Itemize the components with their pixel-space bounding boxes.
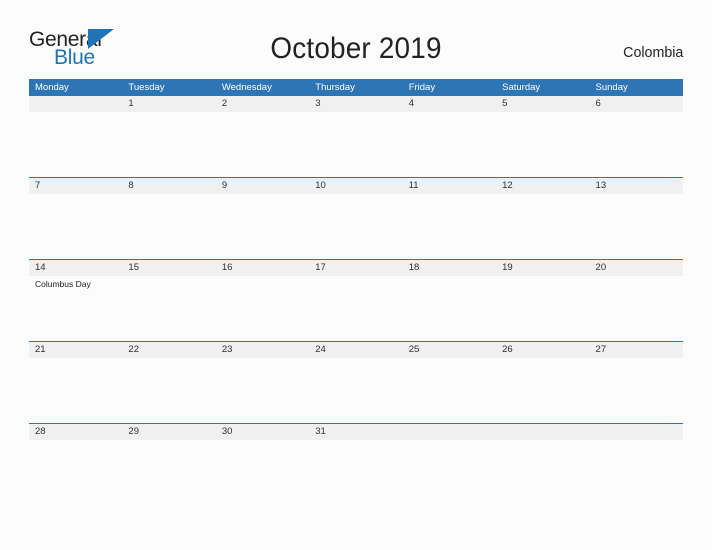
page-title: October 2019: [270, 32, 442, 65]
day-cell-date[interactable]: 1: [122, 96, 215, 112]
day-cell-event[interactable]: [403, 194, 496, 259]
day-cell-event[interactable]: [122, 112, 215, 177]
day-cell-event[interactable]: [590, 194, 683, 259]
day-cell-date[interactable]: 4: [403, 96, 496, 112]
day-cell-event[interactable]: [309, 358, 402, 423]
day-cell-event[interactable]: [496, 358, 589, 423]
day-cell-date[interactable]: 6: [590, 96, 683, 112]
calendar-week-row: 14 15 16 17 18 19 20 Columbus Day: [29, 259, 683, 341]
day-cell-date[interactable]: 18: [403, 260, 496, 276]
day-cell-date[interactable]: [29, 96, 122, 112]
day-cell-date[interactable]: 16: [216, 260, 309, 276]
calendar-week-row: 7 8 9 10 11 12 13: [29, 177, 683, 259]
day-cell-date[interactable]: [403, 424, 496, 440]
day-cell-event[interactable]: [29, 194, 122, 259]
day-cell-date[interactable]: 13: [590, 178, 683, 194]
day-cell-event[interactable]: [309, 276, 402, 341]
day-cell-event[interactable]: [309, 440, 402, 505]
day-cell-event[interactable]: [590, 440, 683, 505]
day-cell-date[interactable]: 28: [29, 424, 122, 440]
day-cell-date[interactable]: 27: [590, 342, 683, 358]
weekday-header-monday: Monday: [35, 82, 69, 93]
day-cell-event[interactable]: [122, 440, 215, 505]
day-cell-date[interactable]: 12: [496, 178, 589, 194]
day-cell-event[interactable]: [590, 276, 683, 341]
page-header: General Blue October 2019 Colombia: [29, 24, 683, 72]
day-cell-date[interactable]: 20: [590, 260, 683, 276]
day-cell-event[interactable]: [590, 112, 683, 177]
day-cell-event[interactable]: [309, 112, 402, 177]
date-number-row: 28 29 30 31: [29, 424, 683, 440]
day-cell-event[interactable]: Columbus Day: [29, 276, 122, 341]
day-cell-date[interactable]: 3: [309, 96, 402, 112]
day-cell-date[interactable]: 23: [216, 342, 309, 358]
day-cell-event[interactable]: [496, 112, 589, 177]
calendar-page: General Blue October 2019 Colombia Monda…: [0, 0, 712, 550]
event-content-row: [29, 358, 683, 423]
day-cell-event[interactable]: [590, 358, 683, 423]
event-content-row: Columbus Day: [29, 276, 683, 341]
calendar-grid: Monday Tuesday Wednesday Thursday Friday…: [29, 79, 683, 505]
day-cell-event[interactable]: [216, 440, 309, 505]
calendar-week-row: 1 2 3 4 5 6: [29, 96, 683, 177]
day-cell-event[interactable]: [122, 358, 215, 423]
day-cell-date[interactable]: [590, 424, 683, 440]
day-cell-date[interactable]: 29: [122, 424, 215, 440]
weekday-header-friday: Friday: [408, 82, 436, 93]
country-label: Colombia: [622, 44, 683, 61]
date-number-row: 14 15 16 17 18 19 20: [29, 260, 683, 276]
day-cell-date[interactable]: 25: [403, 342, 496, 358]
weekday-header-sunday: Sunday: [595, 82, 628, 93]
event-content-row: [29, 194, 683, 259]
day-cell-event[interactable]: [403, 440, 496, 505]
day-cell-date[interactable]: 17: [309, 260, 402, 276]
day-cell-event[interactable]: [122, 194, 215, 259]
day-cell-date[interactable]: 8: [122, 178, 215, 194]
date-number-row: 21 22 23 24 25 26 27: [29, 342, 683, 358]
day-cell-date[interactable]: 10: [309, 178, 402, 194]
event-content-row: [29, 112, 683, 177]
day-cell-event[interactable]: [403, 112, 496, 177]
weekday-header-tuesday: Tuesday: [128, 82, 165, 93]
weekday-header-wednesday: Wednesday: [221, 82, 272, 93]
day-cell-event[interactable]: [122, 276, 215, 341]
day-cell-date[interactable]: 11: [403, 178, 496, 194]
day-cell-event[interactable]: [403, 358, 496, 423]
day-cell-event[interactable]: [216, 358, 309, 423]
day-cell-event[interactable]: [29, 112, 122, 177]
day-cell-date[interactable]: 14: [29, 260, 122, 276]
weekday-header-saturday: Saturday: [502, 82, 541, 93]
day-cell-event[interactable]: [29, 358, 122, 423]
day-cell-event[interactable]: [309, 194, 402, 259]
day-cell-event[interactable]: [216, 112, 309, 177]
day-cell-date[interactable]: 2: [216, 96, 309, 112]
day-cell-event[interactable]: [496, 440, 589, 505]
day-cell-date[interactable]: 19: [496, 260, 589, 276]
day-cell-event[interactable]: [496, 194, 589, 259]
day-cell-date[interactable]: 30: [216, 424, 309, 440]
calendar-week-row: 28 29 30 31: [29, 423, 683, 505]
day-cell-event[interactable]: [216, 276, 309, 341]
weekday-header-row: Monday Tuesday Wednesday Thursday Friday…: [29, 79, 683, 96]
day-cell-date[interactable]: 9: [216, 178, 309, 194]
date-number-row: 7 8 9 10 11 12 13: [29, 178, 683, 194]
calendar-week-row: 21 22 23 24 25 26 27: [29, 341, 683, 423]
event-content-row: [29, 440, 683, 505]
day-cell-date[interactable]: 24: [309, 342, 402, 358]
date-number-row: 1 2 3 4 5 6: [29, 96, 683, 112]
day-cell-date[interactable]: 5: [496, 96, 589, 112]
day-cell-date[interactable]: 21: [29, 342, 122, 358]
day-cell-event[interactable]: [29, 440, 122, 505]
day-cell-event[interactable]: [403, 276, 496, 341]
day-cell-date[interactable]: 15: [122, 260, 215, 276]
day-cell-event[interactable]: [496, 276, 589, 341]
day-cell-date[interactable]: 26: [496, 342, 589, 358]
day-cell-event[interactable]: [216, 194, 309, 259]
day-cell-date[interactable]: 22: [122, 342, 215, 358]
day-cell-date[interactable]: [496, 424, 589, 440]
day-cell-date[interactable]: 7: [29, 178, 122, 194]
weekday-header-thursday: Thursday: [315, 82, 355, 93]
day-cell-date[interactable]: 31: [309, 424, 402, 440]
